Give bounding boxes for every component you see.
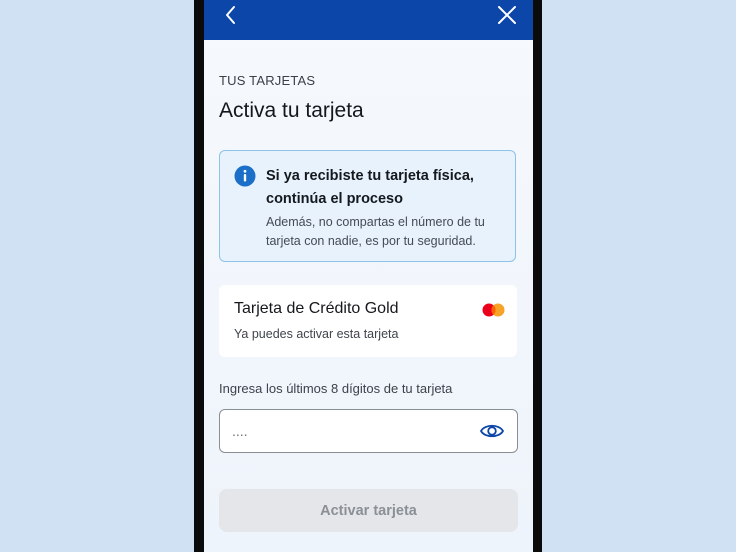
- info-icon: [234, 165, 256, 187]
- page-title: Activa tu tarjeta: [219, 99, 364, 122]
- card-status: Ya puedes activar esta tarjeta: [234, 327, 399, 341]
- top-app-bar: [204, 0, 533, 40]
- digits-field: [219, 409, 518, 453]
- app-screen: TUS TARJETAS Activa tu tarjeta Si ya rec…: [204, 0, 533, 552]
- close-button[interactable]: [494, 2, 520, 28]
- info-body: Además, no compartas el número de tu tar…: [266, 215, 485, 248]
- card-name: Tarjeta de Crédito Gold: [234, 300, 399, 317]
- info-alert: Si ya recibiste tu tarjeta física, conti…: [219, 150, 516, 262]
- digits-field-label: Ingresa los últimos 8 dígitos de tu tarj…: [219, 381, 453, 396]
- close-icon: [498, 6, 516, 24]
- show-digits-toggle[interactable]: [479, 419, 505, 443]
- activate-card-button[interactable]: Activar tarjeta: [219, 489, 518, 532]
- digits-input[interactable]: [232, 420, 462, 442]
- eye-icon: [480, 424, 504, 438]
- section-label: TUS TARJETAS: [219, 73, 316, 88]
- info-title: Si ya recibiste tu tarjeta física, conti…: [266, 168, 474, 207]
- back-button[interactable]: [218, 2, 244, 28]
- chevron-left-icon: [226, 6, 235, 24]
- mastercard-icon: [482, 303, 505, 317]
- card-summary: Tarjeta de Crédito Gold Ya puedes activa…: [219, 285, 517, 357]
